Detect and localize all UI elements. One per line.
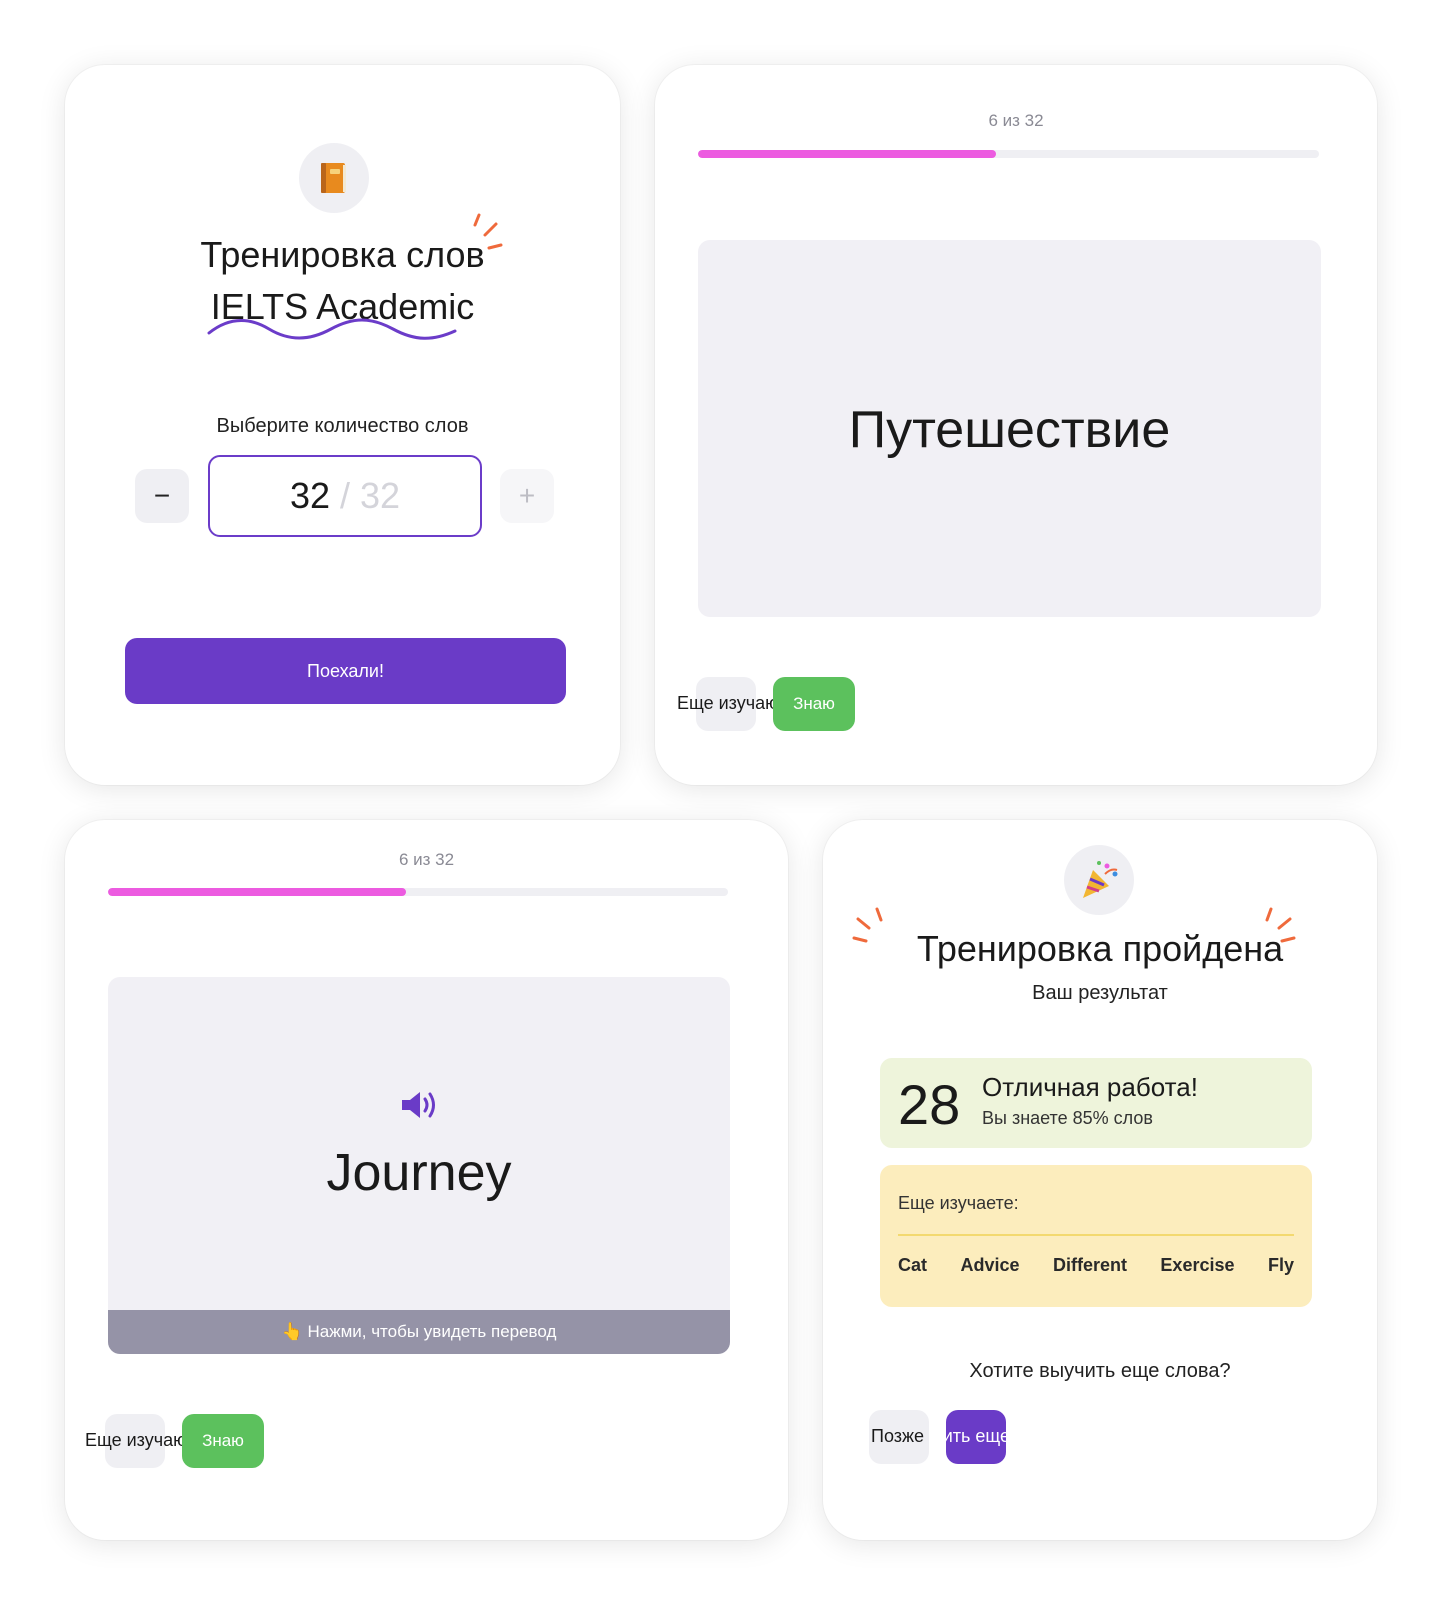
learn-more-label: Учить еще [946, 1426, 1006, 1446]
training-result-card: Тренировка пройдена Ваш результат 28 Отл… [823, 820, 1377, 1540]
score-detail: Вы знаете 85% слов [982, 1108, 1153, 1128]
word-count-value: 32 [289, 475, 330, 516]
decrement-button[interactable]: − [135, 469, 189, 523]
translation-hint[interactable]: 👆 Нажми, чтобы увидеть перевод [108, 1310, 730, 1354]
flashcard[interactable]: Путешествие [698, 240, 1321, 617]
divider [898, 1234, 1294, 1236]
minus-icon: − [153, 480, 171, 511]
result-title: Тренировка пройдена [916, 928, 1284, 969]
flashcard-translation-card: 6 из 32 Journey 👆 Нажми, чтобы увидеть п… [65, 820, 788, 1540]
learning-word: Cat [898, 1255, 928, 1275]
still-learning-panel: Еще изучаете: Cat Advice Different Exerc… [880, 1165, 1312, 1307]
flashcard-word-card: 6 из 32 Путешествие Еще изучаю Знаю [655, 65, 1377, 785]
score-headline: Отличная работа! [982, 1072, 1198, 1102]
score-value: 28 [898, 1073, 961, 1136]
know-button[interactable]: Знаю [182, 1414, 264, 1468]
wavy-underline [207, 318, 457, 340]
progress-fill [698, 150, 997, 158]
still-learning-button[interactable] [696, 677, 756, 731]
increment-button[interactable]: + [500, 469, 554, 523]
progress-counter: 6 из 32 [988, 111, 1044, 130]
word-count-max: / 32 [340, 475, 401, 516]
training-setup-card: Тренировка слов IELTS Academic Выберите … [65, 65, 620, 785]
learning-word: Different [1052, 1255, 1127, 1275]
plus-icon: + [518, 480, 536, 511]
word-count-label: Выберите количество слов [216, 415, 469, 437]
progress-bar [108, 888, 728, 896]
progress-fill [108, 888, 406, 896]
result-subtitle: Ваш результат [1032, 982, 1168, 1004]
later-button[interactable] [869, 1410, 929, 1464]
progress-bar [698, 150, 1319, 158]
flashcard-word: Путешествие [848, 401, 1171, 459]
score-panel: 28 Отличная работа! Вы знаете 85% слов [880, 1058, 1312, 1148]
flashcard-word: Journey [326, 1144, 512, 1202]
learning-word: Exercise [1160, 1255, 1235, 1275]
still-learning-heading: Еще изучаете: [898, 1193, 1019, 1213]
book-icon [299, 143, 369, 213]
learning-word: Advice [960, 1255, 1020, 1275]
speaker-icon[interactable] [400, 1089, 440, 1121]
know-button[interactable]: Знаю [773, 677, 855, 731]
still-learning-words: Cat Advice Different Exercise Fly [898, 1255, 1294, 1276]
continue-question: Хотите выучить еще слова? [969, 1360, 1231, 1382]
start-button[interactable]: Поехали! [125, 638, 566, 704]
flashcard[interactable]: Journey 👆 Нажми, чтобы увидеть перевод [108, 977, 730, 1354]
progress-counter: 6 из 32 [398, 850, 455, 869]
learning-word: Fly [1267, 1255, 1294, 1275]
learn-more-button[interactable]: Учить еще [946, 1410, 1006, 1464]
title-line-1: Тренировка слов [200, 234, 485, 275]
party-popper-icon [1064, 845, 1134, 915]
still-learning-button[interactable] [105, 1414, 165, 1468]
word-count-field[interactable]: 32 / 32 [208, 455, 482, 537]
